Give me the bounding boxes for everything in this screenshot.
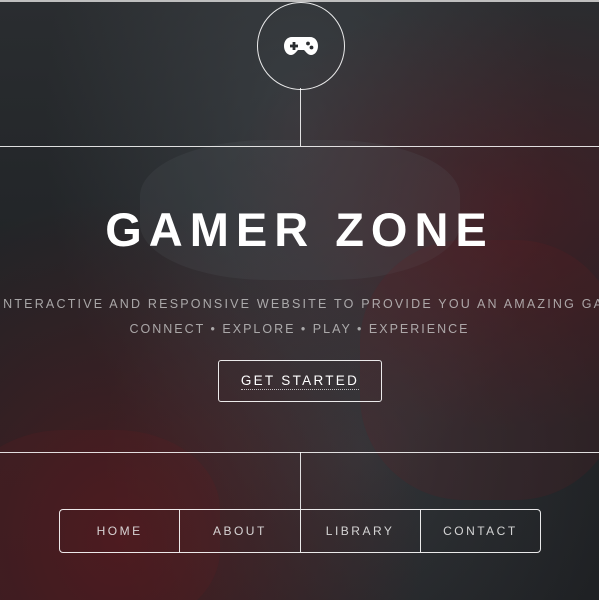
logo[interactable] (257, 2, 345, 90)
get-started-button[interactable]: GET STARTED (218, 360, 382, 402)
page-title: GAMER ZONE (105, 203, 494, 256)
subline: CONNECT • EXPLORE • PLAY • EXPERIENCE (129, 322, 470, 336)
divider-top (0, 146, 599, 147)
nav-item-library[interactable]: LIBRARY (299, 510, 420, 552)
nav-item-contact[interactable]: CONTACT (419, 510, 540, 552)
gamepad-icon (284, 37, 318, 55)
connector-line-top (300, 88, 301, 146)
nav-item-home[interactable]: HOME (60, 510, 179, 552)
nav-item-about[interactable]: ABOUT (179, 510, 299, 552)
main-nav: HOME ABOUT LIBRARY CONTACT (59, 509, 541, 553)
tagline: AN INTERACTIVE AND RESPONSIVE WEBSITE TO… (0, 297, 599, 311)
page: GAMER ZONE AN INTERACTIVE AND RESPONSIVE… (0, 0, 599, 600)
background-accent (360, 240, 599, 500)
connector-line-bottom (300, 452, 301, 509)
get-started-label: GET STARTED (240, 372, 360, 390)
